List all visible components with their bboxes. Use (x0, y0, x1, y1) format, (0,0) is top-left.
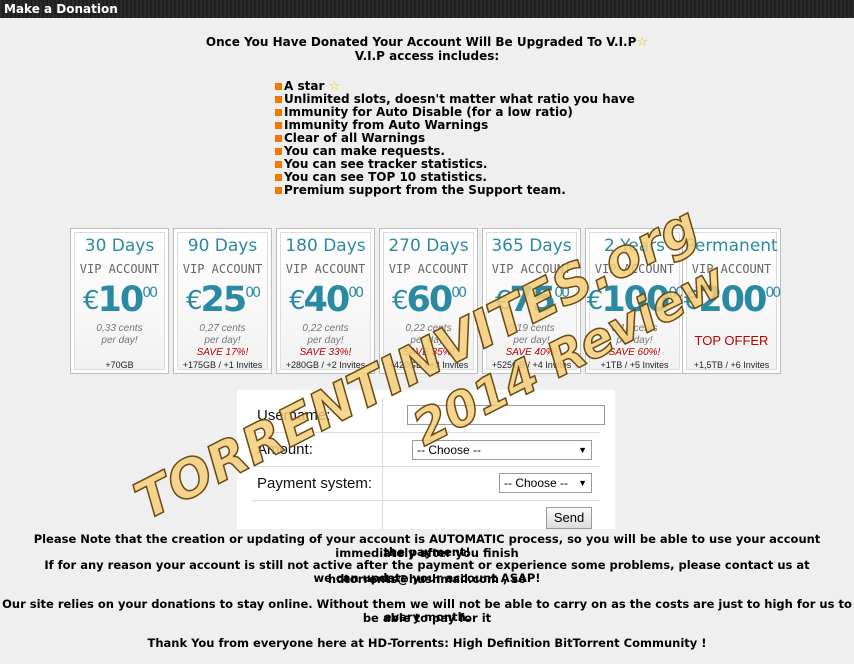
plan-card-180-days[interactable]: 180 Days VIP ACCOUNT €4000 0,22 cents per… (276, 228, 375, 374)
send-button[interactable]: Send (546, 507, 592, 529)
plan-cents: 0,22 cents per day! (302, 323, 349, 346)
chevron-down-icon: ▼ (578, 445, 587, 455)
plan-extra: +420GB / +3 Invites (388, 360, 469, 370)
plan-duration: Permanent (685, 236, 778, 256)
benefit-item: Premium support from the Support team. (275, 184, 635, 197)
username-row: Username: (252, 398, 605, 433)
intro-subline: V.I.P access includes: (354, 49, 500, 63)
plan-price: €7500 (494, 280, 570, 320)
note-line: the payment! (383, 545, 471, 559)
plan-extra: +1TB / +5 Invites (600, 360, 669, 370)
window-title: Make a Donation (4, 2, 118, 16)
plan-account: VIP ACCOUNT (691, 262, 772, 276)
plan-cents: 0,19 cents per day! (508, 323, 555, 346)
plan-account: VIP ACCOUNT (79, 262, 160, 276)
plan-price: €10000 (586, 280, 684, 320)
plan-save: SAVE 33%! (299, 347, 352, 358)
payment-select[interactable]: -- Choose -- ▼ (499, 473, 592, 493)
payment-selected-value: -- Choose -- (504, 476, 569, 490)
plan-price: €6000 (391, 280, 467, 320)
amount-selected-value: -- Choose -- (417, 443, 482, 457)
plan-price: €2500 (185, 280, 261, 320)
plan-save: SAVE 35%! (402, 347, 455, 358)
plan-account: VIP ACCOUNT (285, 262, 366, 276)
plan-extra: +70GB (105, 360, 134, 370)
amount-label: Amount: (257, 441, 313, 458)
plan-account: VIP ACCOUNT (388, 262, 469, 276)
plan-extra: +525GB / +4 Invites (491, 360, 572, 370)
plan-save: SAVE 60%! (608, 347, 661, 358)
plan-card-30-days[interactable]: 30 Days VIP ACCOUNT €1000 0,33 cents per … (70, 228, 169, 374)
plan-save: SAVE 17%! (196, 347, 249, 358)
plan-duration: 2 Years (603, 236, 666, 256)
amount-select[interactable]: -- Choose -- ▼ (412, 440, 592, 460)
plan-account: VIP ACCOUNT (491, 262, 572, 276)
plan-card-270-days[interactable]: 270 Days VIP ACCOUNT €6000 0,22 cents per… (379, 228, 478, 374)
plan-cents: 0,33 cents per day! (96, 323, 143, 346)
plan-cents: 0,22 cents per day! (405, 323, 452, 346)
plan-price: €4000 (288, 280, 364, 320)
plan-cents: 0,27 cents per day! (199, 323, 246, 346)
plan-duration: 270 Days (388, 236, 469, 256)
plan-card-2-years[interactable]: 2 Years VIP ACCOUNT €10000 0,13 cents per… (585, 228, 684, 374)
plan-extra: +175GB / +1 Invites (182, 360, 263, 370)
plan-duration: 180 Days (285, 236, 366, 256)
amount-row: Amount: -- Choose -- ▼ (252, 432, 600, 467)
donation-form: Username: Amount: -- Choose -- ▼ Payment… (237, 390, 615, 529)
intro-headline-text: Once You Have Donated Your Account Will … (205, 35, 637, 49)
chevron-down-icon: ▼ (578, 478, 587, 488)
plan-account: VIP ACCOUNT (182, 262, 263, 276)
plan-duration: 30 Days (84, 236, 155, 256)
plan-save: SAVE 40%! (505, 347, 558, 358)
username-label: Username: (257, 407, 331, 424)
plan-card-permanent[interactable]: Permanent VIP ACCOUNT €20000 TOP OFFER +… (682, 228, 781, 374)
plan-duration: 90 Days (187, 236, 258, 256)
plan-cents: 0,13 cents per day! (611, 323, 658, 346)
benefits-list: A star ☆ Unlimited slots, doesn't matter… (275, 80, 635, 197)
plan-price: €20000 (683, 280, 781, 320)
star-icon: ☆ (636, 35, 649, 50)
intro-headline: Once You Have Donated Your Account Will … (0, 35, 854, 50)
plan-top-offer: TOP OFFER (694, 333, 769, 348)
thanks-line: Thank You from everyone here at HD-Torre… (147, 636, 707, 650)
title-bar: Make a Donation (0, 0, 854, 18)
plan-account: VIP ACCOUNT (594, 262, 675, 276)
plan-extra: +1,5TB / +6 Invites (693, 360, 770, 370)
plan-card-90-days[interactable]: 90 Days VIP ACCOUNT €2500 0,27 cents per … (173, 228, 272, 374)
plan-duration: 365 Days (491, 236, 572, 256)
plan-price: €1000 (82, 280, 158, 320)
note-line: we can update your account ASAP! (313, 571, 541, 585)
username-input[interactable] (407, 405, 605, 425)
payment-row: Payment system: -- Choose -- ▼ (252, 466, 600, 501)
plan-extra: +280GB / +2 Invites (285, 360, 366, 370)
payment-label: Payment system: (257, 475, 373, 492)
plan-card-365-days[interactable]: 365 Days VIP ACCOUNT €7500 0,19 cents per… (482, 228, 581, 374)
note-line: every month. (383, 610, 471, 624)
